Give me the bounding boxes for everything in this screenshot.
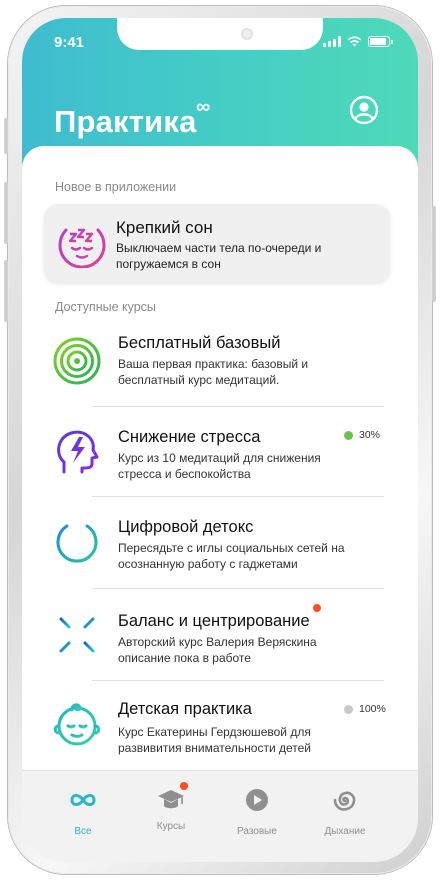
divider bbox=[92, 406, 384, 407]
status-icons bbox=[323, 36, 393, 47]
course-description: Курс Екатерины Гердзюшевой для развивити… bbox=[118, 725, 312, 755]
spiral-icon bbox=[333, 791, 356, 811]
course-description: Ваша первая практика: базовый и бесплатн… bbox=[118, 357, 309, 387]
graduation-cap-wrap bbox=[156, 782, 188, 815]
battery-icon bbox=[368, 36, 393, 47]
course-list-panel: Новое в приложении Крепкий сон Выключаем… bbox=[22, 146, 418, 776]
progress-value: 100% bbox=[359, 703, 386, 715]
course-item-basic[interactable]: Бесплатный базовый Ваша первая практика:… bbox=[44, 316, 384, 406]
course-item-balance[interactable]: Баланс и центрирование Авторский курс Ва… bbox=[44, 590, 384, 680]
featured-card[interactable]: Крепкий сон Выключаем части тела по-очер… bbox=[44, 204, 390, 282]
divider bbox=[92, 680, 384, 681]
status-time: 9:41 bbox=[54, 34, 85, 51]
course-title: Цифровой детокс bbox=[118, 518, 254, 536]
tab-bar: Все Курсы Разовые Дыхание bbox=[22, 770, 418, 862]
divider bbox=[92, 588, 384, 589]
featured-title: Крепкий сон bbox=[116, 218, 213, 237]
course-description: Авторский курс Валерия Веряскина описани… bbox=[118, 635, 317, 665]
course-title: Бесплатный базовый bbox=[118, 334, 281, 352]
course-item-kids[interactable]: Детская практика Курс Екатерины Гердзюше… bbox=[44, 682, 386, 772]
tab-single[interactable]: Разовые bbox=[222, 785, 292, 837]
tab-label: Разовые bbox=[237, 826, 277, 837]
app-screen: 9:41 Практика ∞ Новое в приложении Крепк… bbox=[22, 18, 418, 862]
device-notch bbox=[117, 18, 323, 50]
new-badge bbox=[313, 604, 321, 612]
section-label-new: Новое в приложении bbox=[55, 180, 177, 194]
course-title: Снижение стресса bbox=[118, 428, 261, 446]
section-label-available: Доступные курсы bbox=[55, 300, 156, 314]
burst-icon bbox=[53, 611, 101, 659]
divider bbox=[92, 496, 384, 497]
side-button-volume-up bbox=[4, 182, 8, 244]
head-bolt-icon bbox=[57, 430, 99, 474]
side-button-volume-down bbox=[4, 260, 8, 322]
title-infinity-mark: ∞ bbox=[196, 96, 211, 118]
tab-courses[interactable]: Курсы bbox=[136, 782, 206, 832]
tab-label: Все bbox=[74, 826, 92, 837]
tab-all[interactable]: Все bbox=[48, 785, 118, 837]
course-title: Детская практика bbox=[118, 700, 252, 718]
side-button-silent bbox=[4, 118, 8, 154]
course-description: Курс из 10 медитаций для снижения стресс… bbox=[118, 451, 321, 481]
course-item-stress[interactable]: Снижение стресса Курс из 10 медитаций дл… bbox=[44, 408, 384, 498]
wifi-icon bbox=[347, 36, 362, 47]
child-face-icon bbox=[53, 703, 101, 746]
progress-dot bbox=[344, 430, 353, 440]
play-icon bbox=[246, 789, 268, 811]
page-title: Практика bbox=[54, 104, 197, 139]
progress-value: 30% bbox=[359, 429, 381, 441]
tab-breathing[interactable]: Дыхание bbox=[310, 785, 380, 837]
target-rings-icon bbox=[53, 337, 101, 385]
course-description: Пересядьте с иглы социальных сетей на ос… bbox=[118, 541, 345, 571]
profile-icon[interactable] bbox=[349, 95, 379, 125]
course-progress: 30% bbox=[344, 429, 380, 441]
infinity-icon bbox=[70, 794, 96, 806]
side-button-power bbox=[432, 206, 436, 302]
new-badge bbox=[180, 782, 188, 790]
course-title: Баланс и центрирование bbox=[118, 612, 310, 630]
power-icon bbox=[56, 518, 98, 563]
signal-icon bbox=[323, 36, 341, 47]
featured-description: Выключаем части тела по-очереди и погруж… bbox=[116, 241, 322, 271]
course-item-detox[interactable]: Цифровой детокс Пересядьте с иглы социал… bbox=[44, 498, 384, 588]
progress-dot bbox=[344, 704, 353, 714]
tab-label: Курсы bbox=[156, 821, 186, 832]
course-progress: 100% bbox=[344, 703, 386, 715]
tab-label: Дыхание bbox=[324, 826, 366, 837]
sleep-face-icon bbox=[58, 228, 106, 268]
